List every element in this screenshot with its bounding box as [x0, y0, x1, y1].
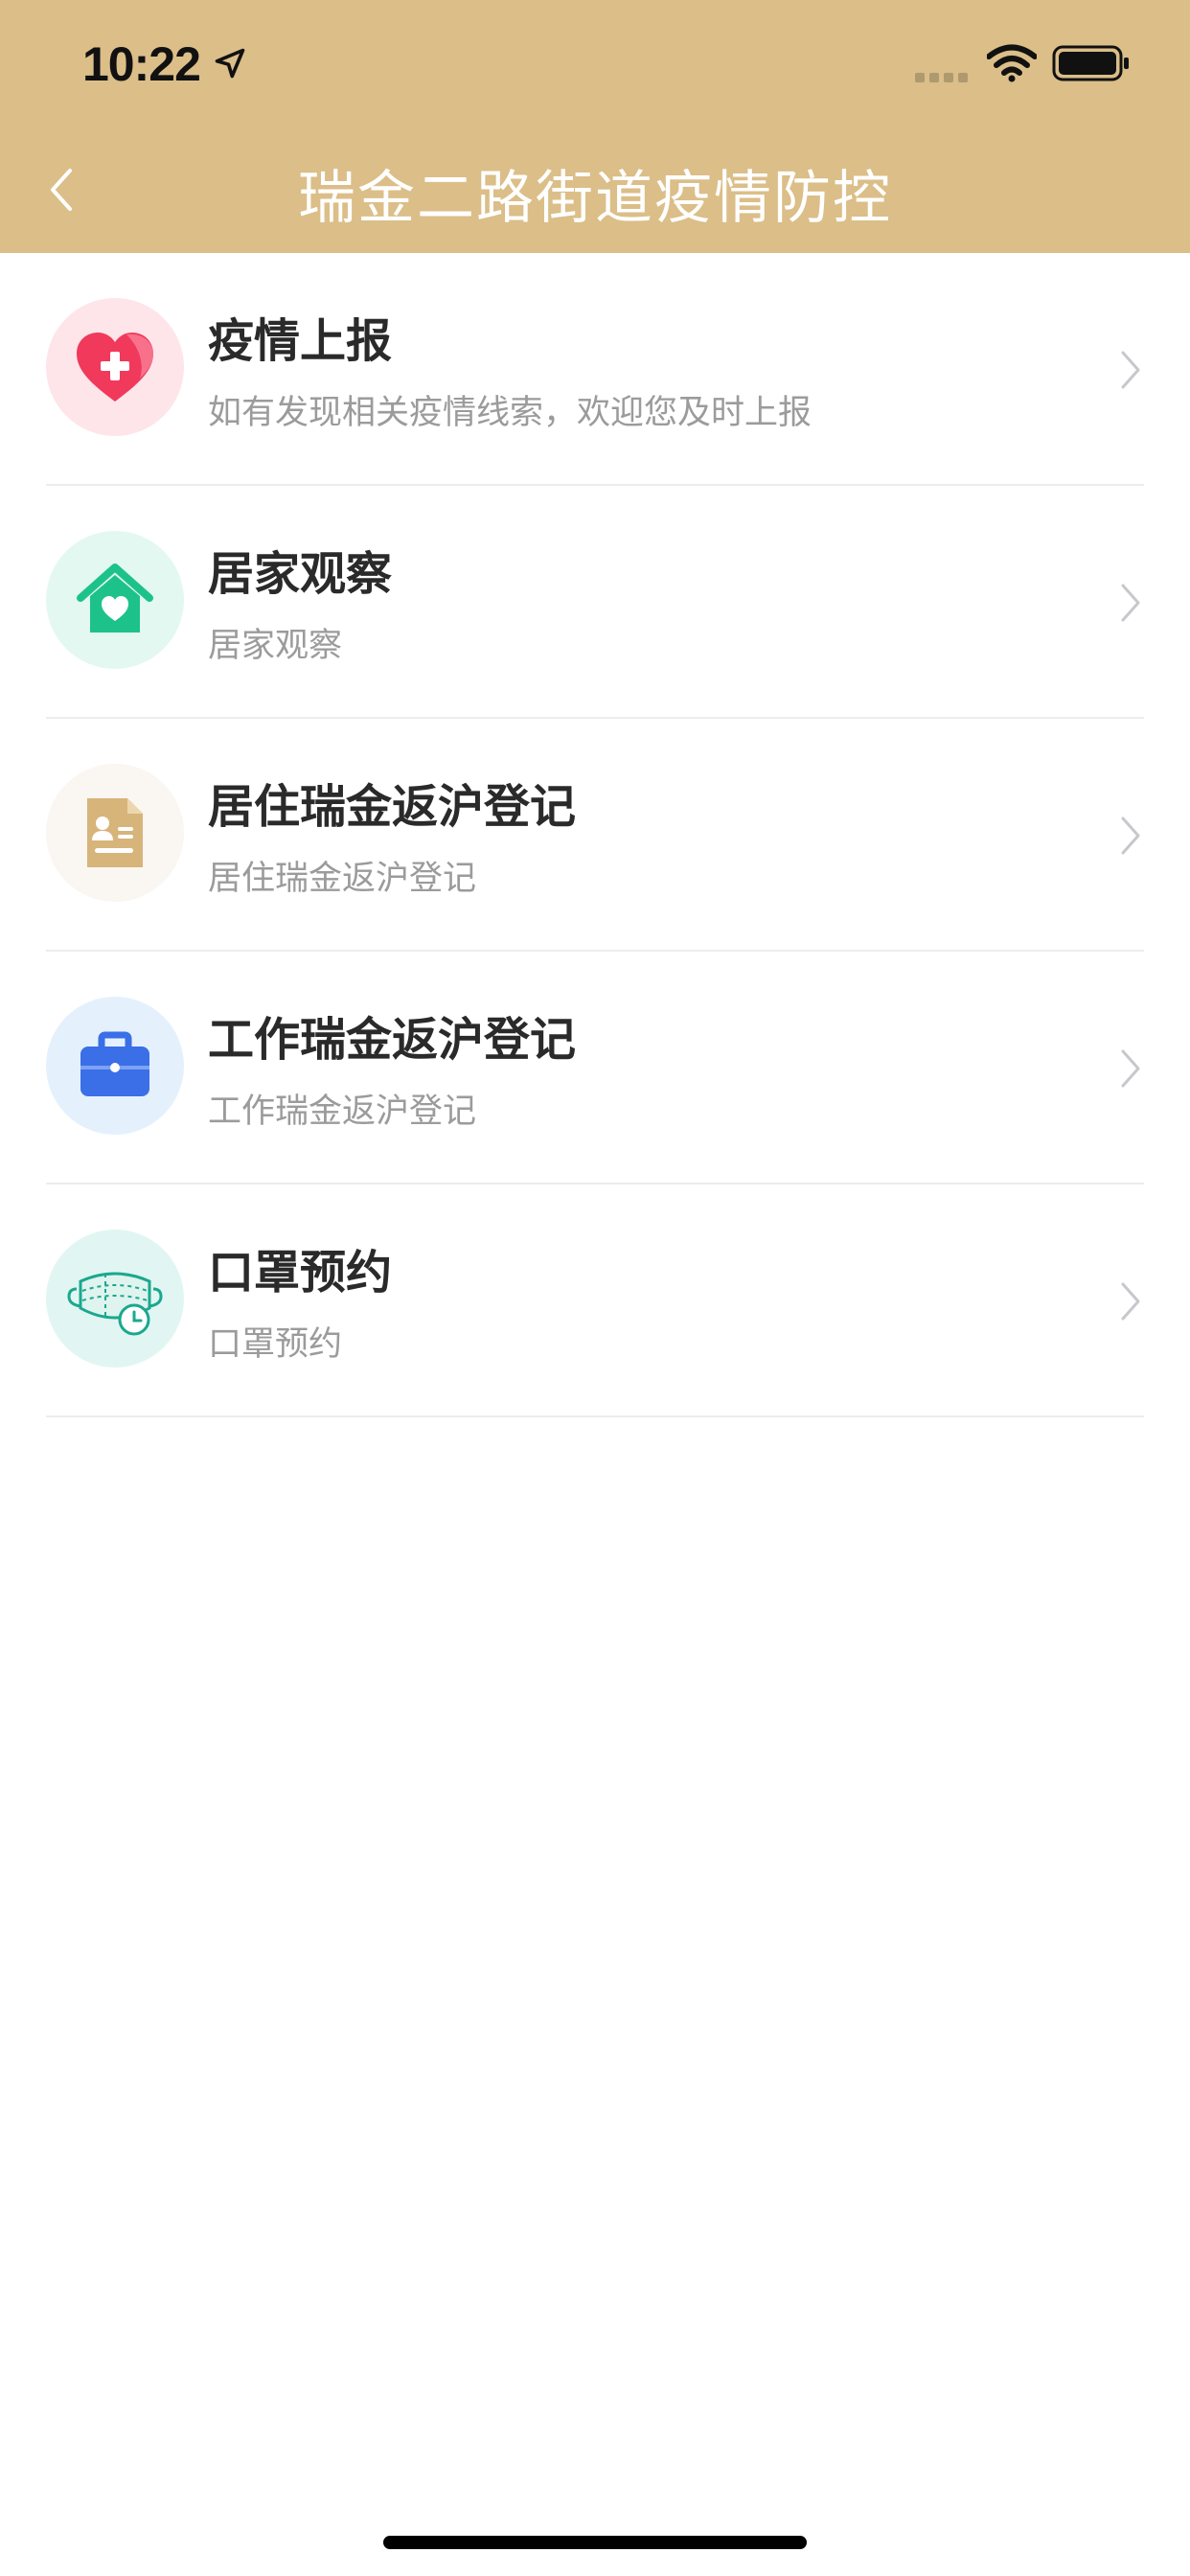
list-item-mask-reservation[interactable]: 口罩预约 口罩预约: [0, 1184, 1190, 1417]
item-icon-badge: [46, 298, 184, 436]
chevron-right-icon: [1121, 351, 1140, 389]
list-item-work-return-registration[interactable]: 工作瑞金返沪登记 工作瑞金返沪登记: [0, 952, 1190, 1184]
list-item-epidemic-report[interactable]: 疫情上报 如有发现相关疫情线索，欢迎您及时上报: [0, 253, 1190, 486]
chevron-right-icon: [1121, 1049, 1140, 1088]
status-time: 10:22: [82, 37, 201, 91]
chevron-right-icon: [1121, 816, 1140, 855]
item-title: 居住瑞金返沪登记: [208, 780, 577, 834]
item-icon-badge: [46, 1230, 184, 1368]
service-list: 疫情上报 如有发现相关疫情线索，欢迎您及时上报 居家观察 居家观察 居住瑞金返沪…: [0, 253, 1190, 1417]
item-title: 工作瑞金返沪登记: [208, 1013, 577, 1067]
battery-icon: [1052, 45, 1129, 81]
divider: [46, 1415, 1144, 1417]
list-item-home-observation[interactable]: 居家观察 居家观察: [0, 486, 1190, 719]
header: 10:22 瑞金二路街道疫情防控: [0, 0, 1190, 253]
briefcase-icon: [80, 1031, 149, 1096]
mask-clock-icon: [67, 1272, 163, 1336]
chevron-right-icon: [1121, 1282, 1140, 1321]
home-indicator[interactable]: [383, 2536, 807, 2549]
id-document-icon: [87, 798, 143, 867]
item-subtitle: 居家观察: [208, 627, 343, 665]
item-subtitle: 工作瑞金返沪登记: [208, 1092, 477, 1131]
item-title: 疫情上报: [208, 314, 393, 368]
location-arrow-icon: [215, 48, 245, 79]
heart-plus-icon: [77, 333, 153, 402]
page-title: 瑞金二路街道疫情防控: [298, 165, 892, 232]
item-subtitle: 口罩预约: [208, 1325, 343, 1364]
screen: 10:22 瑞金二路街道疫情防控 疫情上报 如有发现相关疫情线索，欢迎您及时上报…: [0, 0, 1190, 2576]
item-icon-badge: [46, 764, 184, 902]
item-icon-badge: [46, 531, 184, 669]
item-subtitle: 如有发现相关疫情线索，欢迎您及时上报: [208, 394, 812, 432]
item-title: 口罩预约: [208, 1246, 393, 1300]
cellular-signal-icon: [915, 73, 968, 82]
chevron-right-icon: [1121, 584, 1140, 622]
wifi-icon: [987, 44, 1037, 82]
item-subtitle: 居住瑞金返沪登记: [208, 860, 477, 898]
item-icon-badge: [46, 997, 184, 1135]
list-item-residence-return-registration[interactable]: 居住瑞金返沪登记 居住瑞金返沪登记: [0, 719, 1190, 952]
home-heart-icon: [77, 564, 153, 632]
item-title: 居家观察: [208, 547, 393, 601]
